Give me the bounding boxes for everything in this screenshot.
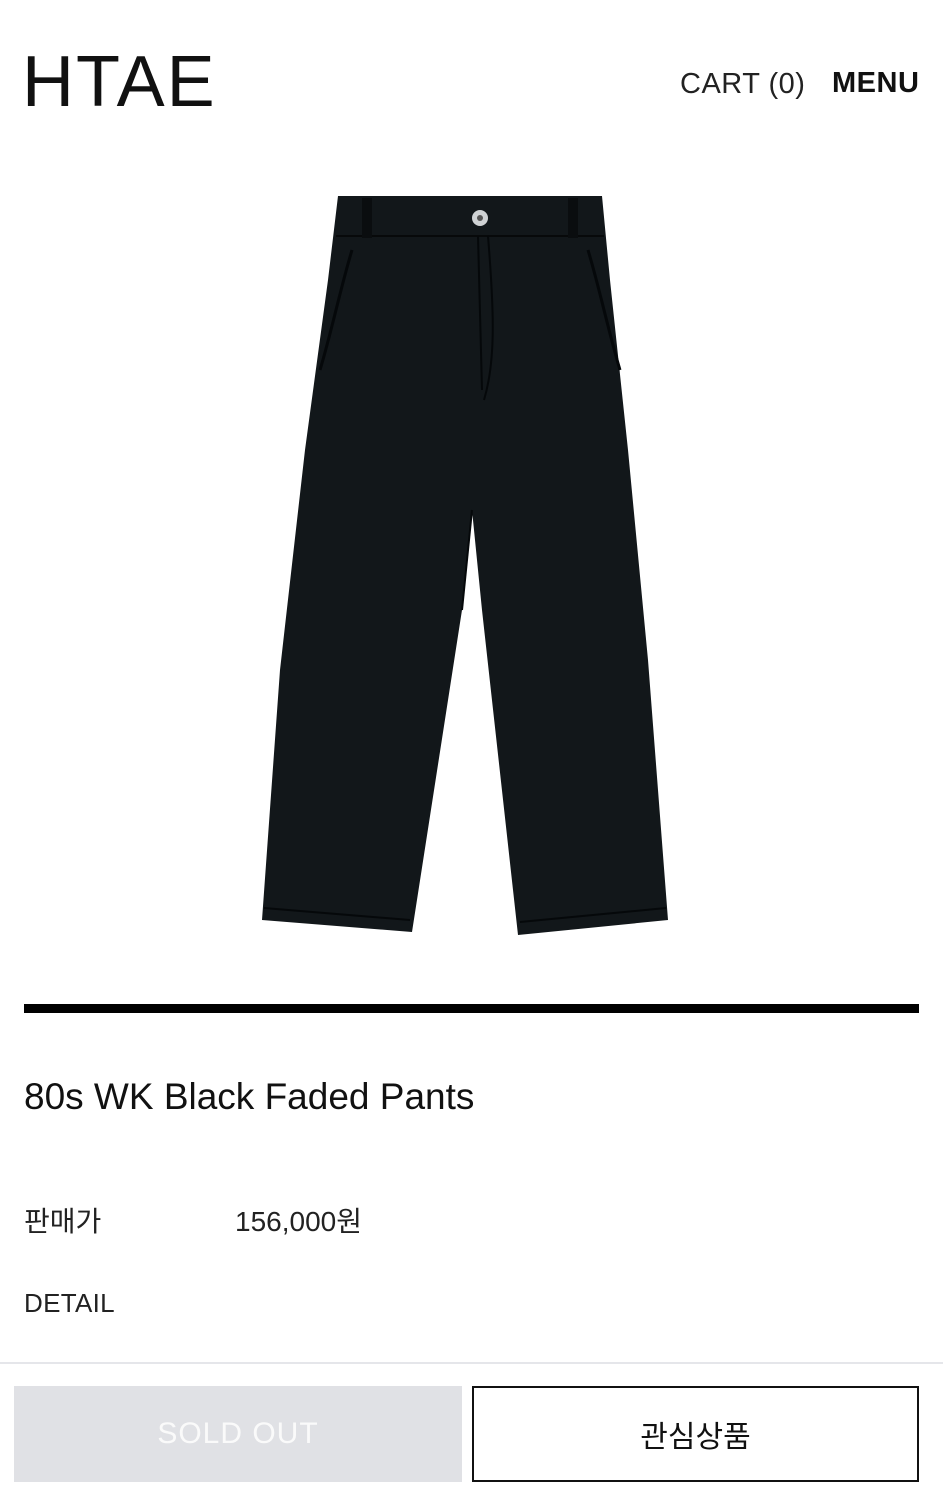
wishlist-button[interactable]: 관심상품 xyxy=(472,1386,919,1482)
section-divider xyxy=(24,1004,919,1013)
brand-logo[interactable]: HTAE xyxy=(22,46,217,118)
menu-button[interactable]: MENU xyxy=(832,67,919,100)
product-image xyxy=(250,190,690,940)
sold-out-button[interactable]: SOLD OUT xyxy=(14,1386,462,1482)
cart-link[interactable]: CART (0) xyxy=(680,68,805,101)
price-label: 판매가 xyxy=(24,1206,102,1237)
price-value: 156,000원 xyxy=(235,1206,362,1237)
pants-illustration xyxy=(262,196,668,935)
site-header: HTAE CART (0) MENU xyxy=(0,0,943,160)
pants-body xyxy=(262,196,668,935)
detail-link[interactable]: DETAIL xyxy=(24,1288,115,1319)
product-title: 80s WK Black Faded Pants xyxy=(24,1076,475,1117)
